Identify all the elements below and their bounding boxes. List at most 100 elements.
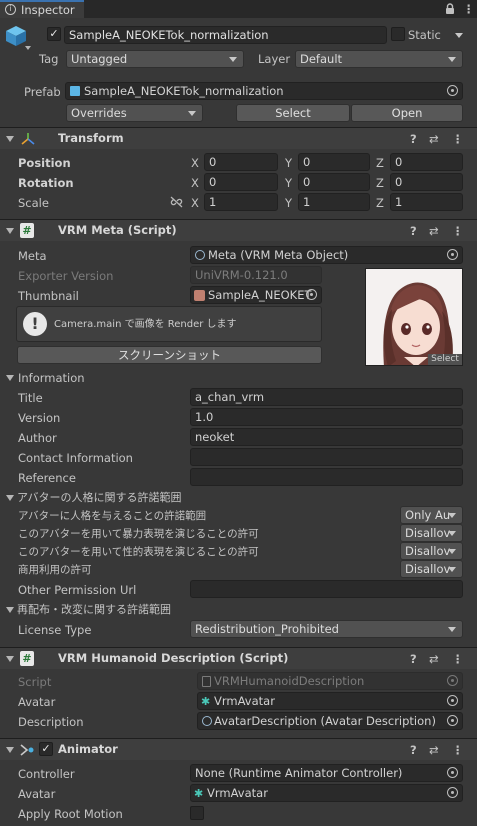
active-checkbox[interactable]: ✓ (47, 27, 61, 41)
screenshot-button[interactable]: スクリーンショット (17, 346, 322, 364)
prefab-picker-icon[interactable] (447, 85, 458, 96)
persona-section-label[interactable]: アバターの人格に関する許諾範囲 (17, 490, 182, 506)
rotation-y-label[interactable]: Y (285, 175, 292, 191)
rotation-x-field[interactable]: 0 (204, 173, 278, 191)
exporter-version-field: UniVRM-0.121.0 (190, 266, 322, 284)
thumbnail-picker-icon[interactable] (306, 289, 317, 300)
information-label[interactable]: Information (18, 370, 85, 386)
rotation-y-field[interactable]: 0 (298, 173, 370, 191)
scale-label: Scale (18, 196, 49, 210)
transform-help-icon[interactable]: ? (410, 131, 417, 147)
script-file-icon (202, 676, 211, 687)
tag-label: Tag (39, 52, 59, 66)
other-permission-url-field[interactable] (190, 580, 463, 598)
position-z-field[interactable]: 0 (390, 153, 463, 171)
tab-menu-icon[interactable]: ⋮ (463, 1, 475, 17)
version-field[interactable]: 1.0 (190, 408, 463, 426)
vrm-humanoid-menu-icon[interactable]: ⋮ (452, 651, 464, 667)
humanoid-description-field[interactable]: AvatarDescription (Avatar Description) (197, 712, 463, 730)
tag-dropdown[interactable]: Untagged (66, 50, 244, 68)
contact-information-field[interactable] (190, 448, 463, 466)
title-label: Title (18, 391, 43, 405)
author-field[interactable]: neoket (190, 428, 463, 446)
vrm-humanoid-preset-icon[interactable]: ⇄ (429, 651, 439, 667)
humanoid-avatar-value: VrmAvatar (214, 694, 275, 708)
animator-icon (19, 742, 35, 761)
transform-foldout-icon[interactable] (6, 136, 14, 142)
position-z-label[interactable]: Z (376, 155, 384, 171)
exporter-version-label: Exporter Version (18, 269, 114, 283)
vrm-meta-foldout-icon[interactable] (6, 228, 14, 234)
redistribution-foldout-icon[interactable] (6, 607, 14, 613)
thumbnail-label: Thumbnail (18, 289, 79, 303)
prefab-open-button[interactable]: Open (351, 104, 463, 122)
humanoid-description-picker-icon[interactable] (447, 715, 458, 726)
animator-foldout-icon[interactable] (6, 747, 14, 753)
rotation-z-label[interactable]: Z (376, 175, 384, 191)
vrm-meta-header[interactable]: # VRM Meta (Script) ? ⇄ ⋮ (0, 219, 477, 241)
apply-root-motion-checkbox[interactable] (190, 806, 204, 820)
vrm-meta-help-icon[interactable]: ? (410, 223, 417, 239)
scale-z-label[interactable]: Z (376, 195, 384, 211)
animator-preset-icon[interactable]: ⇄ (429, 742, 439, 758)
vrm-humanoid-help-icon[interactable]: ? (410, 651, 417, 667)
transform-icon (20, 131, 36, 150)
scale-y-field[interactable]: 1 (298, 193, 370, 211)
icon-dropdown-chevron-icon[interactable] (25, 46, 31, 50)
layer-dropdown[interactable]: Default (295, 50, 463, 68)
perm2-dropdown[interactable]: Disallov (400, 524, 463, 542)
static-dropdown-chevron-icon[interactable] (455, 33, 463, 38)
transform-menu-icon[interactable]: ⋮ (452, 131, 464, 147)
position-y-label[interactable]: Y (285, 155, 292, 171)
persona-foldout-icon[interactable] (6, 495, 14, 501)
position-x-field[interactable]: 0 (204, 153, 278, 171)
constrain-proportions-icon[interactable] (170, 196, 183, 211)
animator-menu-icon[interactable]: ⋮ (452, 742, 464, 758)
humanoid-avatar-picker-icon[interactable] (447, 695, 458, 706)
animator-enabled-checkbox[interactable]: ✓ (39, 742, 53, 756)
lock-icon[interactable] (446, 3, 454, 14)
meta-picker-icon[interactable] (447, 249, 458, 260)
thumbnail-field[interactable]: SampleA_NEOKET (190, 286, 322, 304)
license-type-dropdown[interactable]: Redistribution_Prohibited (190, 620, 463, 638)
transform-header[interactable]: Transform ? ⇄ ⋮ (0, 127, 477, 149)
redistribution-section-label[interactable]: 再配布・改変に関する許諾範囲 (17, 602, 171, 618)
prefab-field[interactable]: SampleA_NEOKETok_normalization (65, 82, 463, 100)
humanoid-script-label: Script (18, 675, 52, 689)
static-checkbox[interactable] (391, 27, 405, 41)
controller-field[interactable]: None (Runtime Animator Controller) (190, 764, 463, 782)
prefab-select-button[interactable]: Select (236, 104, 350, 122)
transform-preset-icon[interactable]: ⇄ (429, 131, 439, 147)
information-foldout-icon[interactable] (6, 375, 14, 381)
perm1-dropdown[interactable]: Only Au (400, 506, 463, 524)
reference-field[interactable] (190, 468, 463, 486)
animator-help-icon[interactable]: ? (410, 742, 417, 758)
vrm-meta-preset-icon[interactable]: ⇄ (429, 223, 439, 239)
inspector-tab[interactable]: i Inspector (0, 0, 84, 18)
animator-avatar-field[interactable]: ✱ VrmAvatar (190, 784, 463, 802)
humanoid-avatar-field[interactable]: ✱ VrmAvatar (197, 692, 463, 710)
animator-header[interactable]: ✓ Animator ? ⇄ ⋮ (0, 738, 477, 760)
position-x-label[interactable]: X (191, 155, 199, 171)
scale-y-label[interactable]: Y (285, 195, 292, 211)
animator-avatar-picker-icon[interactable] (447, 787, 458, 798)
vrm-humanoid-foldout-icon[interactable] (6, 656, 14, 662)
rotation-z-field[interactable]: 0 (390, 173, 463, 191)
vrm-meta-menu-icon[interactable]: ⋮ (452, 223, 464, 239)
scale-x-field[interactable]: 1 (204, 193, 278, 211)
thumbnail-select-label: Select (431, 354, 459, 364)
controller-label: Controller (18, 767, 75, 781)
controller-picker-icon[interactable] (447, 767, 458, 778)
perm3-dropdown[interactable]: Disallov (400, 542, 463, 560)
thumbnail-select-button[interactable]: Select (428, 354, 462, 365)
title-field[interactable]: a_chan_vrm (190, 388, 463, 406)
position-y-field[interactable]: 0 (298, 153, 370, 171)
scale-z-field[interactable]: 1 (390, 193, 463, 211)
rotation-x-label[interactable]: X (191, 175, 199, 191)
object-name-field[interactable]: SampleA_NEOKETok_normalization (64, 26, 387, 44)
overrides-dropdown[interactable]: Overrides (66, 104, 203, 122)
scale-x-label[interactable]: X (191, 195, 199, 211)
vrm-humanoid-header[interactable]: # VRM Humanoid Description (Script) ? ⇄ … (0, 647, 477, 669)
perm4-dropdown[interactable]: Disallov (400, 560, 463, 578)
meta-field[interactable]: Meta (VRM Meta Object) (190, 246, 463, 264)
